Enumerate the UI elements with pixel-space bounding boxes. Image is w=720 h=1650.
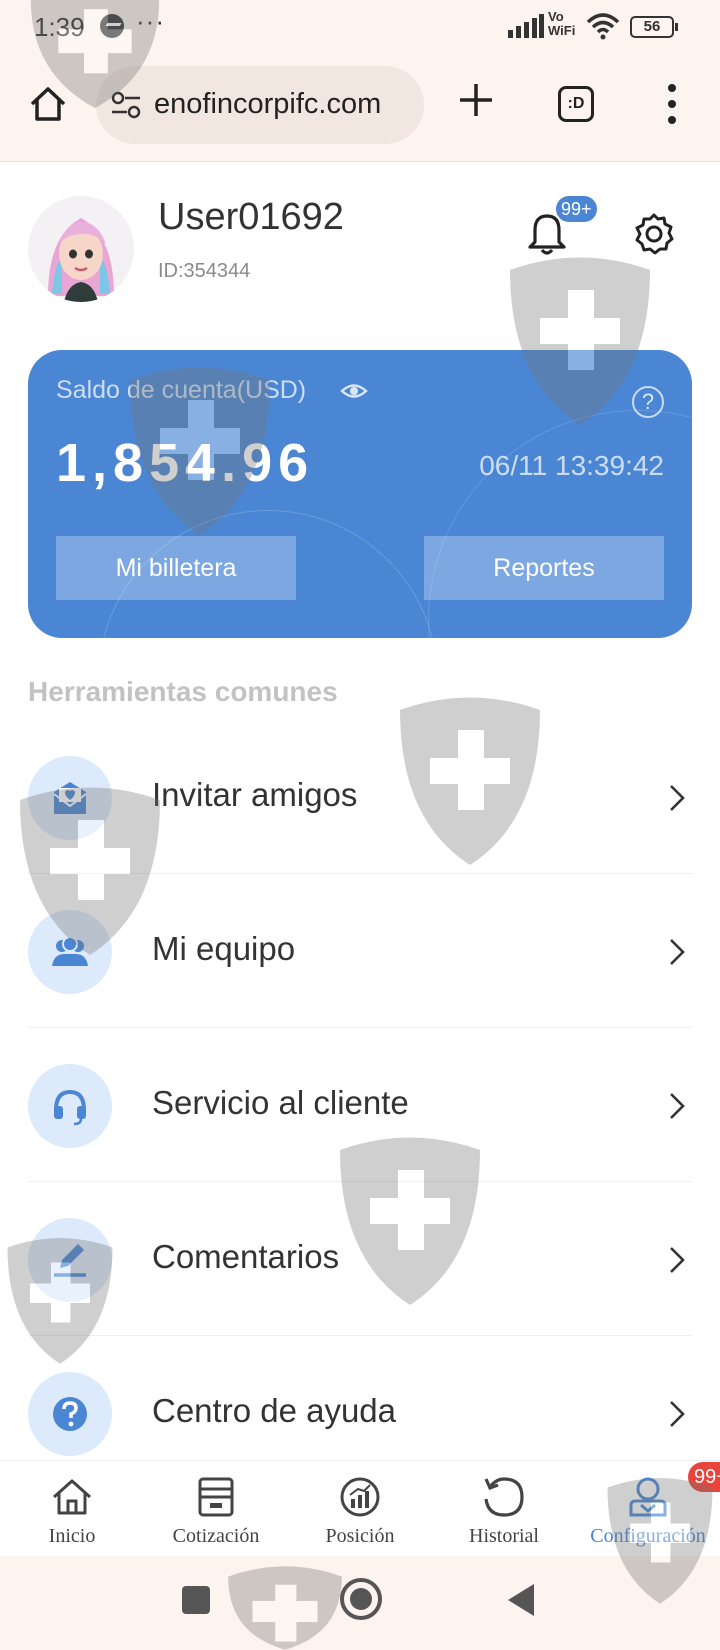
wallet-button[interactable]: Mi billetera: [56, 536, 296, 600]
address-bar[interactable]: enofincorpifc.com: [96, 66, 424, 144]
quote-icon: [198, 1477, 234, 1517]
url-text[interactable]: enofincorpifc.com: [154, 88, 381, 121]
list-item-my-team[interactable]: Mi equipo: [28, 874, 692, 1028]
chevron-right-icon: [670, 1247, 685, 1273]
section-title: Herramientas comunes: [28, 676, 338, 707]
notification-badge: 99+: [556, 196, 597, 222]
history-icon: [484, 1477, 524, 1517]
nav-item-position[interactable]: Posición: [288, 1461, 432, 1557]
card-decoration: [428, 410, 692, 638]
new-tab-icon[interactable]: [456, 80, 496, 120]
tab-switcher-button[interactable]: :D: [558, 86, 594, 122]
reports-button[interactable]: Reportes: [424, 536, 664, 600]
home-icon: [53, 1479, 91, 1515]
balance-label: Saldo de cuenta(USD): [56, 376, 307, 404]
list-item-invite-friends[interactable]: Invitar amigos: [28, 720, 692, 874]
headset-icon: [28, 1064, 112, 1148]
pencil-icon: [28, 1218, 112, 1302]
list-item-label: Centro de ayuda: [152, 1392, 397, 1429]
battery-icon: 56: [630, 16, 678, 38]
avatar-image: [48, 218, 114, 302]
nav-item-history[interactable]: Historial: [432, 1461, 576, 1557]
chevron-right-icon: [670, 1401, 685, 1427]
balance-card: Saldo de cuenta(USD) ? 1,854.96 06/11 13…: [28, 350, 692, 638]
avatar[interactable]: [28, 196, 134, 302]
browser-menu-icon[interactable]: [662, 82, 682, 126]
bottom-navigation: Inicio Cotización Posición Historial Con…: [0, 1460, 720, 1556]
invite-icon: [28, 756, 112, 840]
site-settings-icon[interactable]: [110, 90, 142, 120]
balance-amount: 1,854.96: [56, 433, 315, 493]
messenger-icon: [100, 14, 124, 38]
system-home-button[interactable]: [340, 1578, 382, 1620]
list-item-feedback[interactable]: Comentarios: [28, 1182, 692, 1336]
vowifi-line1: Vo: [548, 9, 564, 24]
system-navigation: [0, 1556, 720, 1650]
balance-timestamp: 06/11 13:39:42: [479, 450, 664, 481]
browser-toolbar: enofincorpifc.com :D: [0, 52, 720, 162]
help-icon: [28, 1372, 112, 1456]
nav-label: Inicio: [48, 1525, 96, 1547]
username: User01692: [158, 196, 344, 238]
status-bar: 1:39 ··· Vo WiFi 56: [0, 0, 720, 52]
eye-icon[interactable]: [340, 380, 368, 402]
list-item-label: Invitar amigos: [152, 776, 358, 813]
signal-icon: [508, 14, 544, 38]
settings-gear-icon[interactable]: [632, 212, 676, 256]
list-item-customer-service[interactable]: Servicio al cliente: [28, 1028, 692, 1182]
profile-icon: [629, 1477, 667, 1517]
chevron-right-icon: [670, 1093, 685, 1119]
chevron-right-icon: [670, 939, 685, 965]
system-back-button[interactable]: [508, 1584, 534, 1616]
browser-home-icon[interactable]: [28, 84, 68, 124]
nav-item-quotes[interactable]: Cotización: [144, 1461, 288, 1557]
nav-label: Historial: [469, 1525, 539, 1547]
chevron-right-icon: [670, 785, 685, 811]
nav-badge: 99+: [688, 1462, 720, 1492]
user-id: ID:354344: [158, 260, 251, 282]
nav-label: Configuración: [590, 1525, 706, 1547]
nav-label: Posición: [325, 1525, 395, 1547]
vowifi-indicator: Vo WiFi: [548, 10, 575, 38]
wifi-icon: [586, 13, 620, 40]
team-icon: [28, 910, 112, 994]
help-circle-icon[interactable]: ?: [632, 386, 664, 418]
nav-label: Cotización: [172, 1525, 260, 1547]
status-time: 1:39: [34, 12, 85, 42]
recent-apps-button[interactable]: [182, 1586, 210, 1614]
nav-item-home[interactable]: Inicio: [0, 1461, 144, 1557]
position-icon: [340, 1477, 380, 1517]
more-notifications-icon: ···: [136, 6, 165, 36]
list-item-label: Comentarios: [152, 1238, 340, 1275]
vowifi-line2: WiFi: [548, 23, 576, 38]
list-item-label: Mi equipo: [152, 930, 296, 967]
list-item-label: Servicio al cliente: [152, 1084, 409, 1121]
